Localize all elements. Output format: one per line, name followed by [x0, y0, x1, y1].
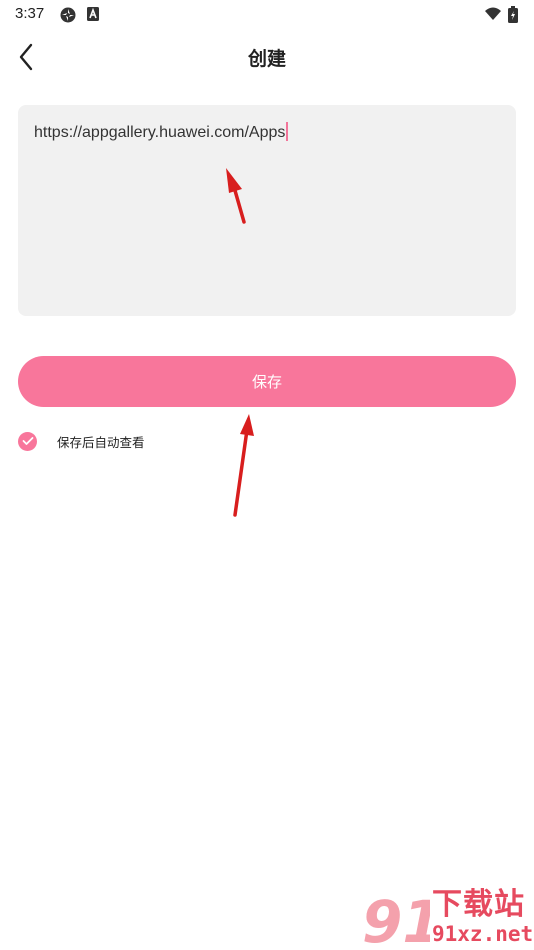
- auto-view-checkbox[interactable]: 保存后自动查看: [18, 430, 145, 452]
- check-icon: [18, 431, 37, 451]
- top-bar: 创建: [0, 30, 534, 84]
- status-bar: 3:37: [0, 0, 534, 28]
- wifi-icon: [484, 6, 502, 26]
- url-input-value: https://appgallery.huawei.com/Apps: [34, 124, 286, 141]
- watermark-text-cn: 下载站: [432, 887, 525, 922]
- url-input[interactable]: https://appgallery.huawei.com/Apps: [18, 105, 516, 316]
- battery-icon: [508, 6, 518, 27]
- watermark-logo: 91: [362, 888, 430, 950]
- svg-text:91: 91: [362, 888, 430, 950]
- status-time: 3:37: [15, 5, 45, 22]
- save-button-label: 保存: [251, 373, 282, 391]
- page-title: 创建: [247, 48, 286, 70]
- a-box-icon: [86, 6, 100, 26]
- watermark: 91 下载站 91xz.net: [360, 888, 534, 950]
- text-cursor: [286, 122, 289, 141]
- auto-view-label: 保存后自动查看: [57, 434, 145, 450]
- save-button[interactable]: 保存: [18, 356, 516, 407]
- sync-icon: [59, 6, 77, 28]
- watermark-text-en: 91xz.net: [432, 922, 534, 946]
